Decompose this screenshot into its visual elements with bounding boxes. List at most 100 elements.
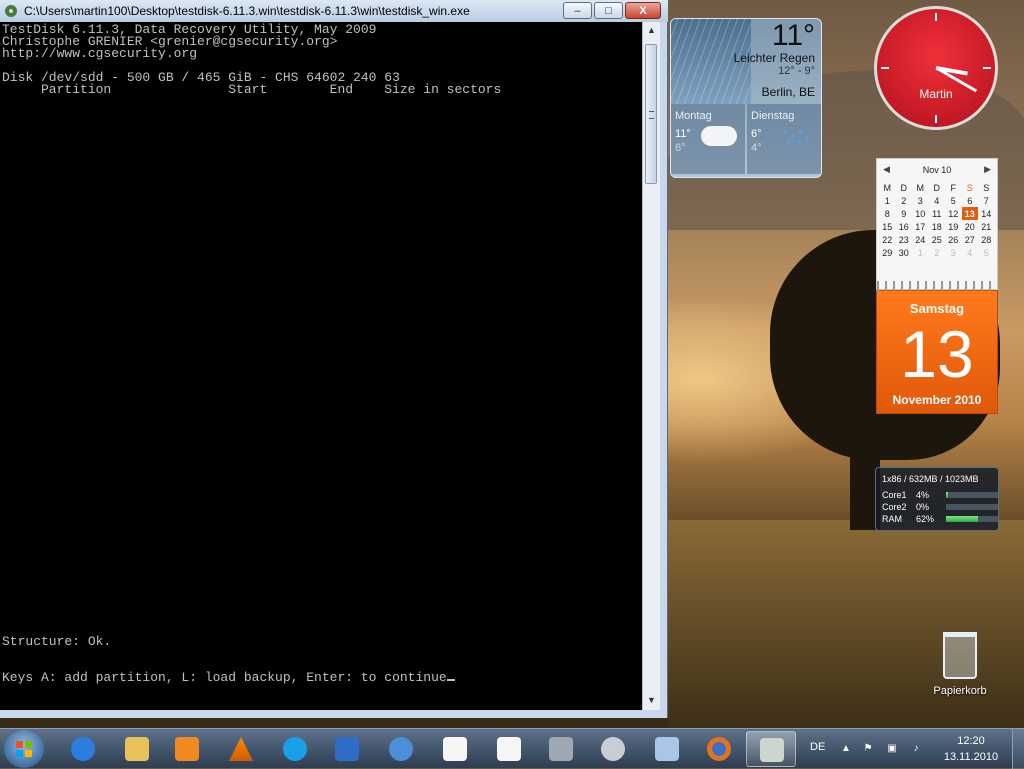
- calendar-day[interactable]: 7: [978, 194, 995, 207]
- calendar-day[interactable]: 17: [912, 220, 929, 233]
- language-indicator[interactable]: DE: [810, 741, 825, 753]
- calendar-day[interactable]: 19: [945, 220, 962, 233]
- action-center-flag-icon[interactable]: ⚑: [862, 743, 874, 755]
- scroll-up-arrow-icon[interactable]: ▲: [643, 22, 660, 38]
- calendar-day[interactable]: 11: [929, 207, 946, 220]
- calendar-day[interactable]: 3: [912, 194, 929, 207]
- calendar-day[interactable]: 14: [978, 207, 995, 220]
- recycle-bin-label[interactable]: Papierkorb: [924, 685, 996, 697]
- maximize-button[interactable]: □: [594, 2, 623, 19]
- calendar-day-today[interactable]: 13: [961, 207, 978, 220]
- clock-tick: [935, 13, 937, 21]
- show-hidden-icons-icon[interactable]: ▲: [840, 743, 852, 755]
- meter-row: Core1 4%: [882, 490, 998, 501]
- calendar-day[interactable]: 2: [896, 194, 913, 207]
- forecast-day: Montag 11° 6°: [671, 104, 745, 174]
- console-scrollbar[interactable]: ▲ ▼: [642, 22, 660, 710]
- calendar-day[interactable]: 9: [896, 207, 913, 220]
- testdisk-console-window[interactable]: C:\Users\martin100\Desktop\testdisk-6.11…: [0, 0, 668, 718]
- clock-date[interactable]: 13.11.2010: [936, 751, 1006, 763]
- media-player-icon: [175, 737, 199, 761]
- show-desktop-button[interactable]: [1012, 729, 1024, 769]
- calendar-day[interactable]: 18: [929, 220, 946, 233]
- scroll-down-arrow-icon[interactable]: ▼: [643, 692, 660, 708]
- meter-bar: [946, 516, 998, 522]
- calendar-day[interactable]: 12: [945, 207, 962, 220]
- clock-label: Martin: [919, 87, 953, 101]
- taskbar-document-1[interactable]: [430, 731, 480, 767]
- taskbar-network-share[interactable]: [642, 731, 692, 767]
- calendar-day[interactable]: 26: [945, 233, 962, 246]
- taskbar-explorer[interactable]: [112, 731, 162, 767]
- next-month-icon[interactable]: ▶: [984, 164, 991, 175]
- meter-row: RAM 62%: [882, 514, 998, 525]
- network-icon: [335, 737, 359, 761]
- scrollbar-thumb[interactable]: [645, 44, 657, 184]
- weekday-label: M: [883, 182, 892, 193]
- recycle-bin-shortcut[interactable]: Papierkorb: [924, 632, 996, 697]
- taskbar-thunderbird[interactable]: [376, 731, 426, 767]
- clock-time[interactable]: 12:20: [936, 735, 1006, 747]
- calendar-day[interactable]: 5: [945, 194, 962, 207]
- grip-icon: [649, 111, 654, 119]
- calendar-gadget[interactable]: ◀ Nov 10 ▶ M D M D F S S 1 2 3 4 5 6 7 8…: [876, 158, 998, 290]
- taskbar-internet-explorer[interactable]: [58, 731, 108, 767]
- clock-gadget[interactable]: Martin: [874, 6, 998, 130]
- calendar-day[interactable]: 15: [879, 220, 896, 233]
- calendar-day[interactable]: 23: [896, 233, 913, 246]
- text-cursor: [446, 679, 455, 681]
- thunderbird-icon: [389, 737, 413, 761]
- cpu-meter-gadget[interactable]: 1x86 / 632MB / 1023MB Core1 4% Core2 0% …: [875, 467, 999, 531]
- volume-icon[interactable]: ♪: [910, 743, 922, 755]
- week-row: 22 23 24 25 26 27 28: [879, 233, 995, 246]
- taskbar-skype[interactable]: [270, 731, 320, 767]
- calendar-day[interactable]: 24: [912, 233, 929, 246]
- meter-name: Core1: [882, 490, 907, 500]
- taskbar-vlc[interactable]: [216, 731, 266, 767]
- network-tray-icon[interactable]: ▣: [886, 743, 898, 755]
- calendar-day[interactable]: 28: [978, 233, 995, 246]
- taskbar-testdisk[interactable]: [746, 731, 796, 767]
- calendar-day[interactable]: 20: [962, 220, 979, 233]
- weather-gadget[interactable]: 11° Leichter Regen 12° - 9° Berlin, BE M…: [670, 18, 822, 178]
- window-title: C:\Users\martin100\Desktop\testdisk-6.11…: [24, 4, 470, 18]
- forecast-low: 4°: [751, 142, 762, 154]
- weekday-label: S: [983, 182, 990, 193]
- calendar-day[interactable]: 25: [929, 233, 946, 246]
- taskbar-satellite[interactable]: [588, 731, 638, 767]
- calendar-day-next-month[interactable]: 3: [945, 246, 962, 259]
- taskbar-media-player[interactable]: [162, 731, 212, 767]
- calendar-day[interactable]: 29: [879, 246, 896, 259]
- calendar-day[interactable]: 8: [879, 207, 896, 220]
- calendar-day-next-month[interactable]: 4: [962, 246, 979, 259]
- calendar-day-next-month[interactable]: 1: [912, 246, 929, 259]
- calendar-day-next-month[interactable]: 5: [978, 246, 995, 259]
- calendar-day-page[interactable]: Samstag 13 November 2010: [876, 281, 998, 414]
- start-button[interactable]: [4, 730, 44, 768]
- calendar-day[interactable]: 21: [978, 220, 995, 233]
- taskbar-document-2[interactable]: [484, 731, 534, 767]
- forecast-day: Dienstag 6° 4°: [747, 104, 821, 174]
- calendar-day[interactable]: 4: [929, 194, 946, 207]
- minimize-button[interactable]: –: [563, 2, 592, 19]
- calendar-day[interactable]: 10: [912, 207, 929, 220]
- weather-range: 12° - 9°: [778, 65, 815, 77]
- recycle-bin-icon[interactable]: [943, 632, 977, 679]
- satellite-icon: [601, 737, 625, 761]
- meter-percent: 0%: [916, 502, 930, 512]
- taskbar-firefox[interactable]: [694, 731, 744, 767]
- taskbar-wintv[interactable]: [536, 731, 586, 767]
- window-titlebar[interactable]: C:\Users\martin100\Desktop\testdisk-6.11…: [0, 0, 668, 22]
- calendar-day[interactable]: 30: [896, 246, 913, 259]
- windows-logo-icon: [16, 741, 32, 757]
- calendar-day[interactable]: 27: [962, 233, 979, 246]
- calendar-day[interactable]: 6: [962, 194, 979, 207]
- taskbar-network[interactable]: [322, 731, 372, 767]
- console-output[interactable]: TestDisk 6.11.3, Data Recovery Utility, …: [0, 22, 642, 710]
- calendar-day[interactable]: 22: [879, 233, 896, 246]
- close-button[interactable]: X: [625, 2, 661, 19]
- calendar-day[interactable]: 16: [896, 220, 913, 233]
- system-tray: DE ▲ ⚑ ▣ ♪ 12:20 13.11.2010: [800, 729, 1024, 769]
- calendar-day-next-month[interactable]: 2: [929, 246, 946, 259]
- calendar-day[interactable]: 1: [879, 194, 896, 207]
